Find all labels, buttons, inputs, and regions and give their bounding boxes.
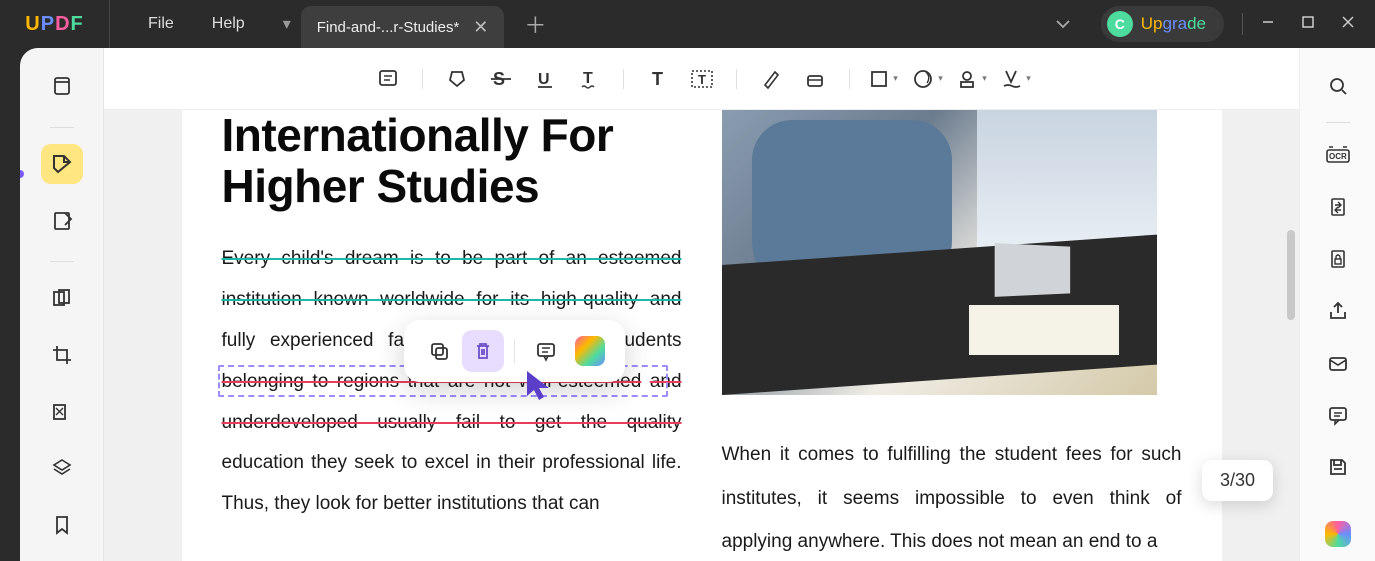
document-heading: Internationally For Higher Studies <box>222 110 682 211</box>
bookmark-icon[interactable] <box>41 504 83 545</box>
ai-assistant-icon[interactable] <box>1325 521 1351 547</box>
comment-tool-icon[interactable] <box>41 144 83 185</box>
comment-annotation-icon[interactable] <box>525 330 567 372</box>
edit-tool-icon[interactable] <box>41 200 83 241</box>
close-window-icon[interactable] <box>1341 15 1355 34</box>
stamp-tool-icon[interactable]: ▾ <box>954 61 990 97</box>
squiggly-tool-icon[interactable]: T <box>571 61 607 97</box>
tab-title: Find-and-...r-Studies* <box>317 19 460 36</box>
highlight-tool-icon[interactable] <box>439 61 475 97</box>
eraser-tool-icon[interactable] <box>797 61 833 97</box>
note-tool-icon[interactable] <box>370 61 406 97</box>
svg-text:T: T <box>583 70 593 87</box>
protect-tool-icon[interactable] <box>1318 239 1358 279</box>
convert-tool-icon[interactable] <box>1318 187 1358 227</box>
document-image <box>722 110 1157 395</box>
annotation-context-menu <box>404 320 625 382</box>
close-tab-icon[interactable]: ✕ <box>473 17 488 38</box>
shape-tool-icon[interactable]: ▾ <box>866 61 902 97</box>
signature-tool-icon[interactable]: ▾ <box>998 61 1034 97</box>
document-tab[interactable]: Find-and-...r-Studies* ✕ <box>301 6 505 48</box>
new-tab-button[interactable]: ＋ <box>504 8 566 40</box>
svg-text:U: U <box>538 71 550 88</box>
sticker-tool-icon[interactable]: ▾ <box>910 61 946 97</box>
svg-text:OCR: OCR <box>1329 152 1347 161</box>
crop-tool-icon[interactable] <box>41 335 83 376</box>
email-tool-icon[interactable] <box>1318 343 1358 383</box>
copy-annotation-icon[interactable] <box>418 330 460 372</box>
page-indicator[interactable]: 3/30 <box>1202 460 1273 501</box>
minimize-icon[interactable] <box>1261 15 1275 34</box>
ocr-tool-icon[interactable]: OCR <box>1318 135 1358 175</box>
textbox-tool-icon[interactable]: T <box>684 61 720 97</box>
tab-list-dropdown-icon[interactable]: ▾ <box>283 14 291 34</box>
svg-text:T: T <box>698 72 706 87</box>
reader-mode-icon[interactable] <box>41 66 83 107</box>
text-tool-icon[interactable]: T <box>640 61 676 97</box>
share-tool-icon[interactable] <box>1318 291 1358 331</box>
right-sidebar: OCR <box>1299 48 1375 561</box>
recent-dropdown-icon[interactable] <box>1055 16 1071 32</box>
mouse-cursor-icon <box>524 368 554 402</box>
annotation-toolbar: S U T T T ▾ ▾ ▾ ▾ <box>104 48 1299 110</box>
title-bar: UPDF File Help ▾ Find-and-...r-Studies* … <box>0 0 1375 48</box>
document-viewport[interactable]: Internationally For Higher Studies Every… <box>104 110 1299 561</box>
page-organize-icon[interactable] <box>41 278 83 319</box>
pencil-tool-icon[interactable] <box>753 61 789 97</box>
save-tool-icon[interactable] <box>1318 447 1358 487</box>
delete-annotation-icon[interactable] <box>462 330 504 372</box>
color-picker-icon[interactable] <box>569 330 611 372</box>
search-icon[interactable] <box>1318 66 1358 106</box>
maximize-icon[interactable] <box>1301 15 1315 34</box>
menu-file[interactable]: File <box>148 15 174 33</box>
separator <box>1242 13 1243 35</box>
strikethrough-tool-icon[interactable]: S <box>483 61 519 97</box>
svg-text:T: T <box>652 69 663 89</box>
left-sidebar <box>20 48 104 561</box>
active-indicator-dot <box>20 170 24 178</box>
underline-tool-icon[interactable]: U <box>527 61 563 97</box>
page: Internationally For Higher Studies Every… <box>182 110 1222 561</box>
app-logo: UPDF <box>0 0 110 48</box>
chat-tool-icon[interactable] <box>1318 395 1358 435</box>
redact-tool-icon[interactable] <box>41 391 83 432</box>
menu-help[interactable]: Help <box>212 15 245 33</box>
user-avatar: C <box>1107 11 1133 37</box>
layers-icon[interactable] <box>41 448 83 489</box>
paragraph-2: When it comes to fulfilling the student … <box>722 433 1182 561</box>
scrollbar-thumb[interactable] <box>1287 230 1295 320</box>
upgrade-button[interactable]: C Upgrade <box>1101 6 1224 42</box>
